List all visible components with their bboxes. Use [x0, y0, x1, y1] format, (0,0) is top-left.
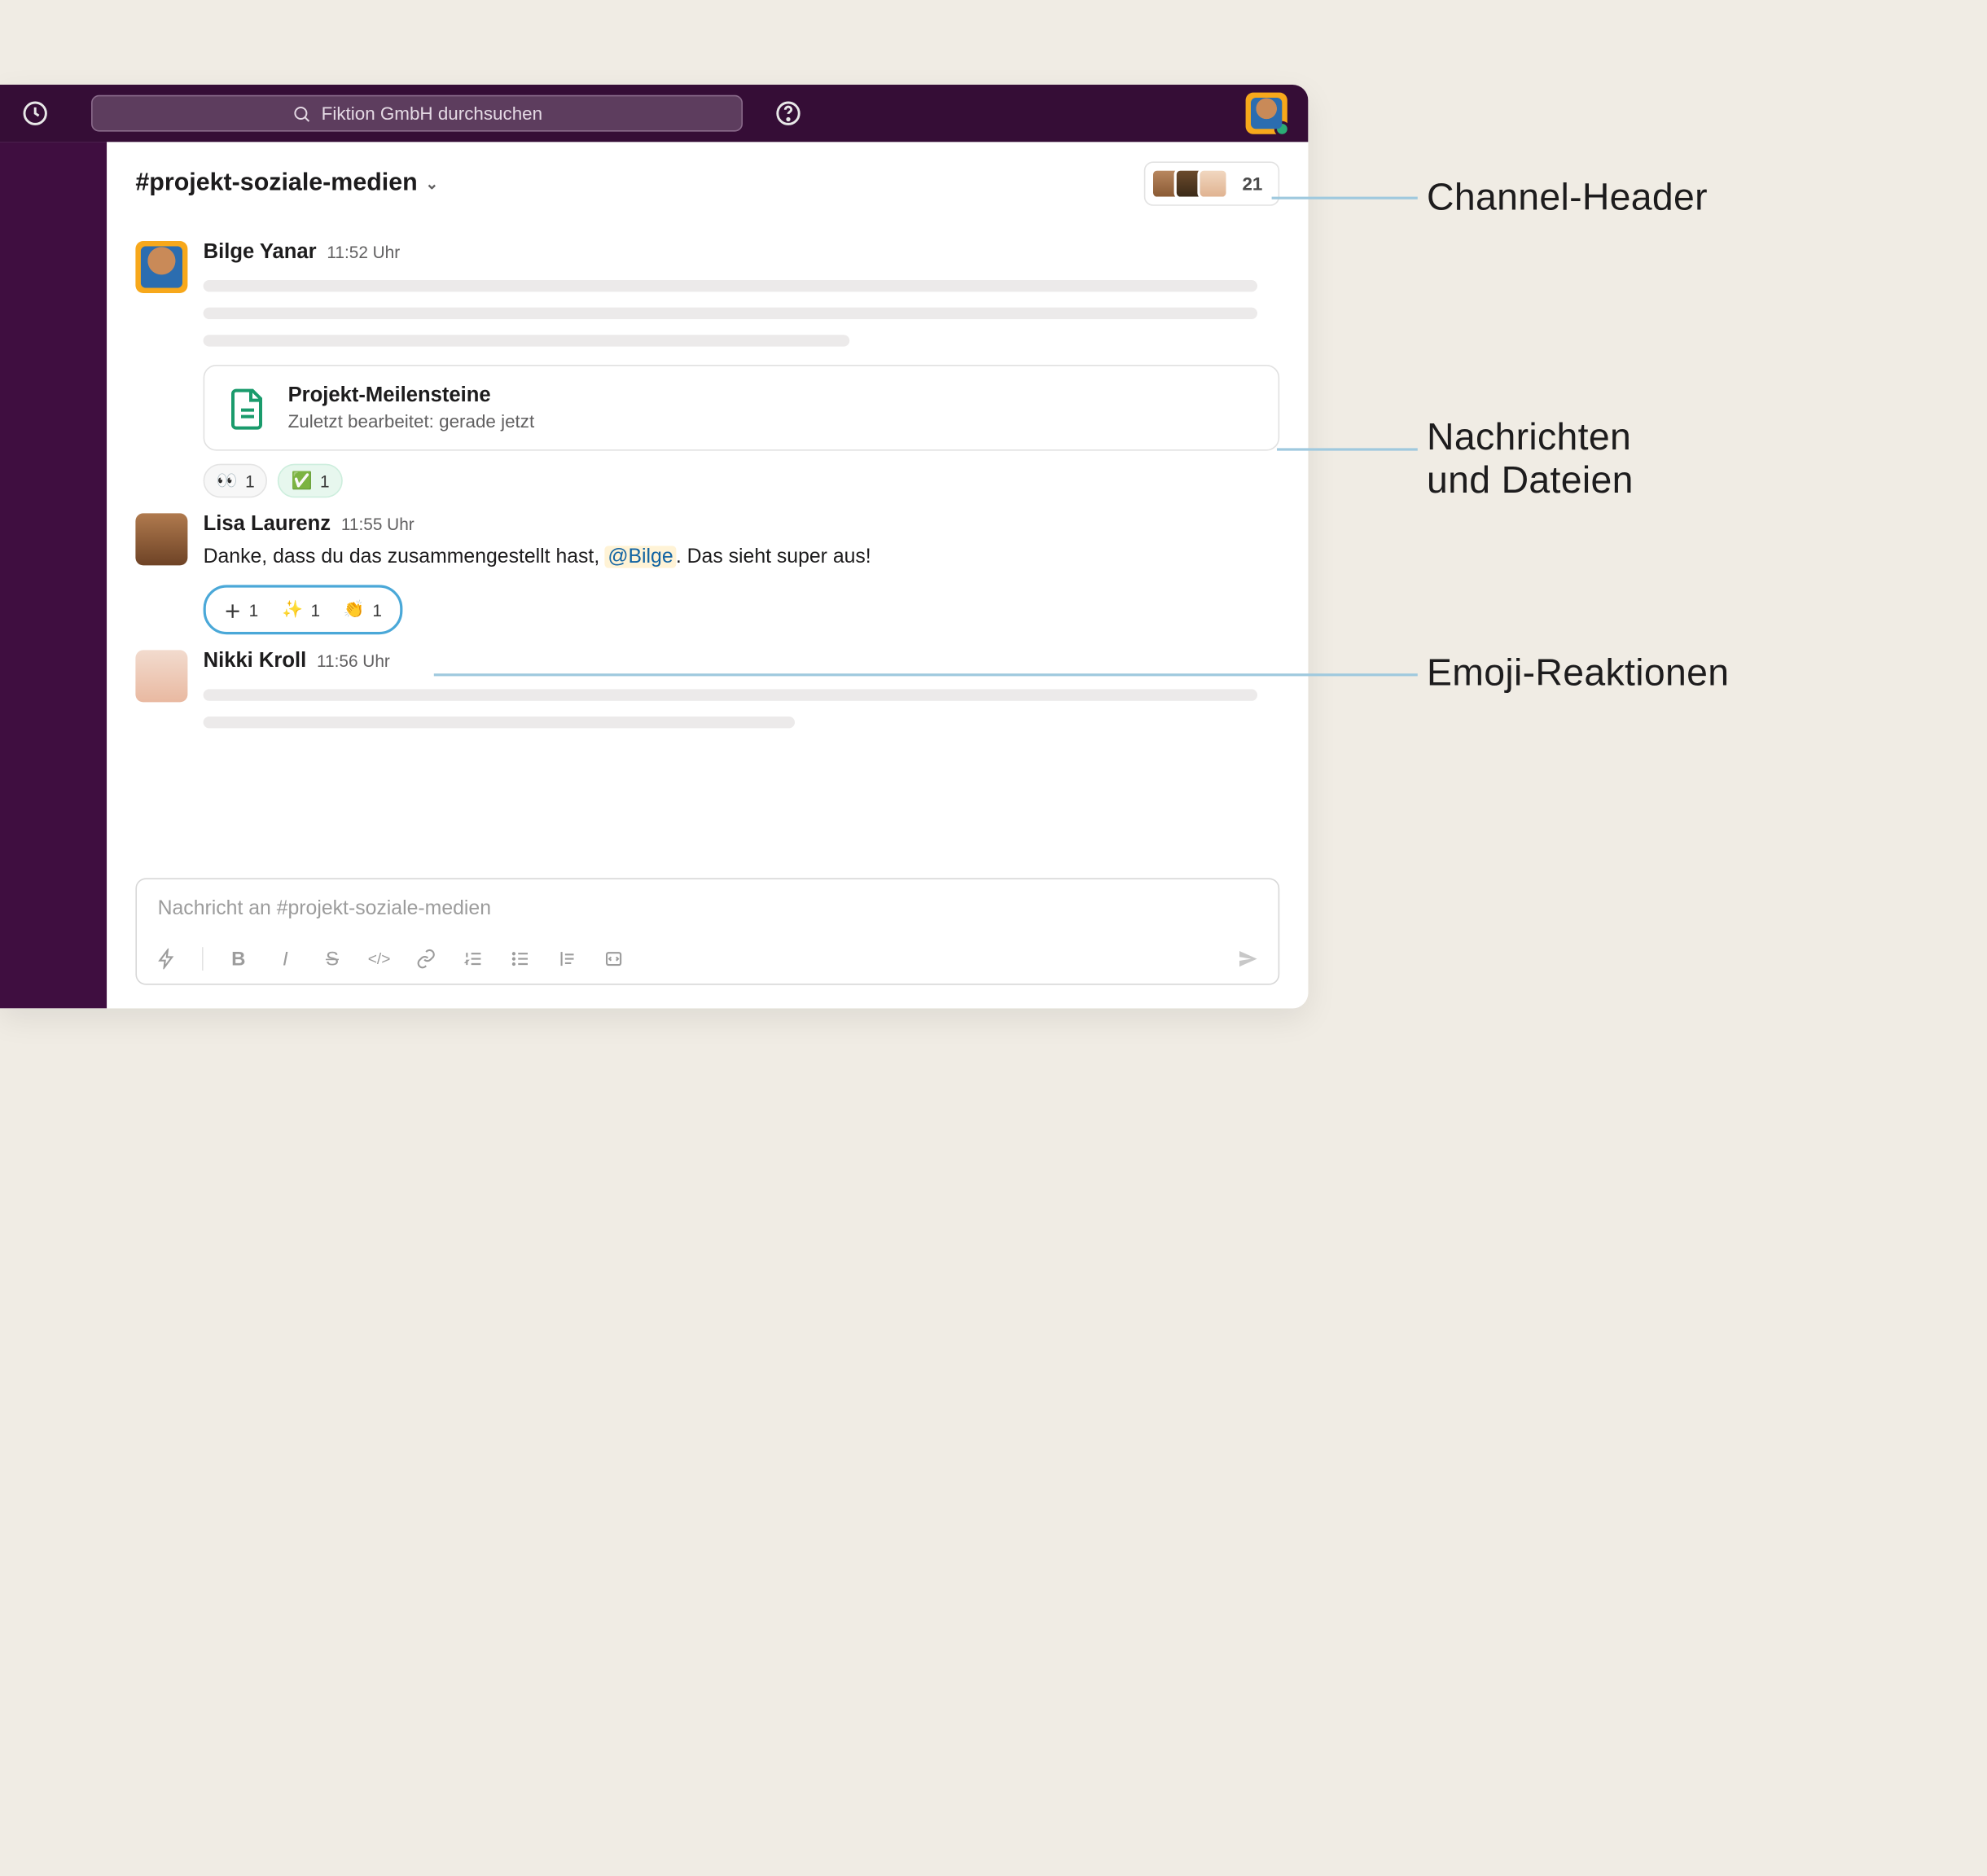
message-text: Danke, dass du das zusammengestellt hast…	[204, 542, 1280, 572]
annotation-messages-files: Nachrichtenund Dateien	[1427, 417, 1634, 503]
reaction-sparkles[interactable]: ✨ 1	[277, 593, 326, 627]
user-avatar[interactable]	[1246, 93, 1287, 134]
shortcuts-icon[interactable]	[155, 949, 178, 970]
member-avatars	[1151, 168, 1229, 199]
message-author[interactable]: Lisa Laurenz	[204, 513, 331, 537]
message: Nikki Kroll 11:56 Uhr	[135, 651, 1279, 729]
help-icon[interactable]	[774, 99, 802, 128]
search-input[interactable]: Fiktion GmbH durchsuchen	[91, 95, 743, 132]
file-attachment[interactable]: Projekt-Meilensteine Zuletzt bearbeitet:…	[204, 365, 1280, 451]
text-placeholder	[204, 690, 1258, 701]
top-bar: Fiktion GmbH durchsuchen	[0, 85, 1308, 142]
avatar[interactable]	[135, 241, 187, 293]
channel-name-button[interactable]: #projekt-soziale-medien ⌄	[135, 169, 438, 198]
file-title: Projekt-Meilensteine	[288, 384, 535, 408]
reaction-group-highlighted: ＋ 1 ✨ 1 👏 1	[204, 585, 403, 635]
text-placeholder	[204, 280, 1258, 291]
composer-input[interactable]: Nachricht an #projekt-soziale-medien	[137, 879, 1279, 940]
annotation-line	[434, 673, 1418, 676]
quote-icon[interactable]	[555, 949, 579, 970]
bullet-list-icon[interactable]	[508, 949, 532, 970]
annotation-line	[1272, 197, 1418, 199]
presence-indicator	[1274, 121, 1290, 137]
avatar[interactable]	[135, 513, 187, 565]
reaction-check[interactable]: ✅ 1	[278, 464, 342, 498]
link-icon[interactable]	[415, 949, 438, 970]
text-placeholder	[204, 335, 849, 346]
strike-icon[interactable]: S	[321, 948, 344, 970]
plus-icon: ＋	[224, 598, 241, 622]
message-time: 11:55 Uhr	[341, 515, 415, 534]
sparkles-icon: ✨	[282, 599, 303, 620]
mention[interactable]: @Bilge	[605, 546, 676, 568]
search-icon	[292, 103, 311, 123]
message-author[interactable]: Nikki Kroll	[204, 651, 307, 674]
file-subtitle: Zuletzt bearbeitet: gerade jetzt	[288, 410, 535, 432]
reaction-count: 1	[372, 600, 382, 620]
codeblock-icon[interactable]	[602, 949, 625, 970]
reaction-count: 1	[249, 600, 259, 620]
document-icon	[228, 385, 267, 431]
chevron-down-icon: ⌄	[425, 174, 438, 192]
member-count: 21	[1242, 173, 1262, 195]
message: Lisa Laurenz 11:55 Uhr Danke, dass du da…	[135, 513, 1279, 634]
message: Bilge Yanar 11:52 Uhr	[135, 241, 1279, 497]
message-author[interactable]: Bilge Yanar	[204, 241, 317, 265]
channel-name-text: #projekt-soziale-medien	[135, 169, 417, 198]
reaction-plus[interactable]: ＋ 1	[219, 593, 264, 627]
italic-icon[interactable]: I	[274, 948, 297, 970]
reaction-eyes[interactable]: 👀 1	[204, 464, 268, 498]
reaction-count: 1	[245, 471, 255, 490]
text-placeholder	[204, 308, 1258, 319]
ordered-list-icon[interactable]	[461, 949, 485, 970]
avatar[interactable]	[135, 651, 187, 703]
clap-icon: 👏	[344, 599, 365, 620]
bold-icon[interactable]: B	[226, 948, 250, 970]
send-icon[interactable]	[1236, 947, 1260, 971]
message-time: 11:52 Uhr	[327, 243, 400, 262]
message-composer[interactable]: Nachricht an #projekt-soziale-medien B I…	[135, 878, 1279, 984]
eyes-icon: 👀	[217, 471, 238, 492]
channel-header: #projekt-soziale-medien ⌄ 21	[107, 142, 1308, 225]
annotation-line	[1277, 448, 1418, 450]
text-placeholder	[204, 717, 796, 728]
sidebar	[0, 142, 107, 1008]
slack-window: Fiktion GmbH durchsuchen #projekt-sozial…	[0, 85, 1308, 1008]
reaction-count: 1	[311, 600, 321, 620]
channel-members-button[interactable]: 21	[1144, 161, 1279, 205]
message-list: Bilge Yanar 11:52 Uhr	[107, 226, 1308, 879]
check-icon: ✅	[291, 471, 312, 492]
code-icon[interactable]: </>	[367, 949, 391, 967]
reaction-count: 1	[320, 471, 330, 490]
reaction-clap[interactable]: 👏 1	[338, 593, 387, 627]
search-placeholder: Fiktion GmbH durchsuchen	[322, 103, 542, 124]
annotation-channel-header: Channel-Header	[1427, 178, 1708, 221]
composer-toolbar: B I S </>	[137, 940, 1279, 984]
message-time: 11:56 Uhr	[317, 651, 390, 671]
annotation-emoji-reactions: Emoji-Reaktionen	[1427, 653, 1729, 696]
history-icon[interactable]	[21, 99, 50, 128]
